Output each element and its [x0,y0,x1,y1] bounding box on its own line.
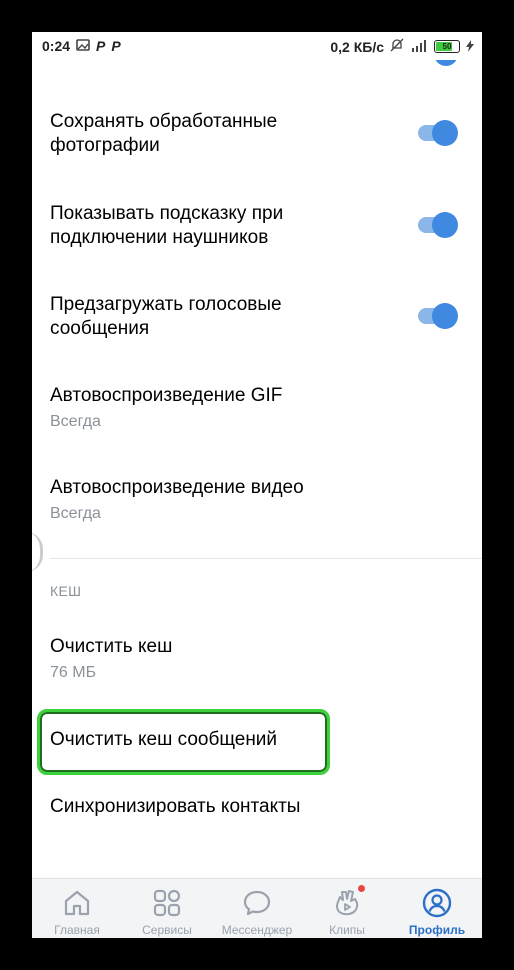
setting-autoplay-video[interactable]: Автовоспроизведение видео Всегда [32,469,482,539]
p-notification-icon-2: P [111,38,121,54]
gallery-notification-icon [76,38,90,54]
toggle-switch[interactable] [418,118,458,146]
tab-clips[interactable]: Клипы [302,879,392,938]
services-icon [153,889,181,917]
setting-title: Автовоспроизведение GIF [50,385,283,406]
setting-title: Показывать подсказку при подключении нау… [50,203,284,248]
mute-bell-icon [390,38,404,55]
charging-icon [466,39,474,55]
home-icon [64,890,90,916]
section-divider [50,558,482,559]
setting-title: Предзагружать голосовые сообщения [50,294,282,339]
signal-icon [410,39,428,55]
setting-headphones-hint[interactable]: Показывать подсказку при подключении нау… [32,194,482,264]
tab-label: Мессенджер [221,923,293,937]
setting-title: Сохранять обработанные фотографии [50,111,278,156]
section-header-cache: КЕШ [50,583,82,599]
notification-dot [358,885,365,892]
network-speed: 0,2 КБ/с [330,38,384,55]
bottom-tab-bar: Главная Сервисы Мессенджер Клипы Профиль [32,878,482,938]
setting-title: Автовоспроизведение видео [50,477,304,498]
tab-label: Сервисы [142,923,192,937]
sync-contacts-title: Синхронизировать контакты [50,796,301,817]
toggle-thumb-partial [434,60,458,66]
clips-icon [336,890,359,916]
tab-services[interactable]: Сервисы [122,879,212,938]
setting-preload-voice-messages[interactable]: Предзагружать голосовые сообщения [32,285,482,355]
tab-label: Клипы [329,923,365,937]
status-bar: 0:24 P P 0,2 КБ/с 50 [32,32,482,60]
sync-contacts-row[interactable]: Синхронизировать контакты [32,790,482,830]
setting-autoplay-gif[interactable]: Автовоспроизведение GIF Всегда [32,377,482,447]
tab-label: Главная [54,923,100,937]
tab-home[interactable]: Главная [32,879,122,938]
tab-messenger[interactable]: Мессенджер [212,879,302,938]
p-notification-icon: P [96,38,106,54]
phone-screen: 0:24 P P 0,2 КБ/с 50 Сохранять обработан… [32,32,482,938]
setting-save-processed-photos[interactable]: Сохранять обработанные фотографии [32,102,482,172]
toggle-switch[interactable] [418,210,458,238]
setting-subtitle: Всегда [50,505,101,522]
profile-icon [422,888,452,918]
battery-icon: 50 [434,40,460,53]
previous-row-cutoff [32,60,482,72]
clear-cache-row[interactable]: Очистить кеш 76 МБ [32,628,482,698]
cache-size: 76 МБ [50,664,97,681]
clear-messages-cache-row[interactable]: Очистить кеш сообщений [32,722,482,762]
toggle-switch[interactable] [418,301,458,329]
status-time: 0:24 [42,38,71,54]
messenger-icon [243,890,271,916]
clear-messages-cache-title: Очистить кеш сообщений [50,729,278,750]
setting-subtitle: Всегда [50,413,101,430]
clear-cache-title: Очистить кеш [50,636,173,657]
tab-label: Профиль [408,923,466,937]
tab-profile[interactable]: Профиль [392,879,482,938]
